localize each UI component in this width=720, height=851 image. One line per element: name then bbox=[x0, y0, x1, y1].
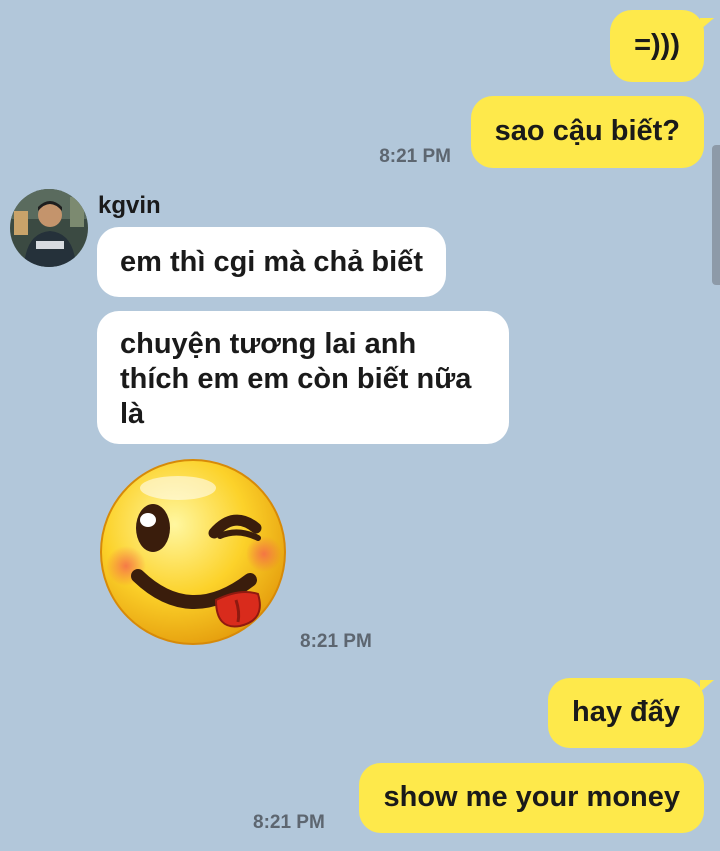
message-text: show me your money bbox=[383, 781, 680, 813]
message-text: sao cậu biết? bbox=[494, 115, 680, 147]
message-timestamp: 8:21 PM bbox=[300, 631, 372, 652]
avatar-photo bbox=[10, 189, 88, 267]
message-text: em thì cgi mà chả biết bbox=[120, 246, 423, 278]
message-bubble-incoming[interactable]: chuyện tương lai anh thích em em còn biế… bbox=[97, 311, 509, 444]
sender-name: kgvin bbox=[98, 192, 161, 219]
message-text: hay đấy bbox=[572, 696, 680, 728]
bubble-tail bbox=[700, 18, 714, 30]
scrollbar-thumb[interactable] bbox=[712, 145, 720, 285]
message-timestamp: 8:21 PM bbox=[253, 812, 325, 833]
message-text: chuyện tương lai anh thích em em còn biế… bbox=[120, 328, 472, 430]
bubble-tail bbox=[700, 680, 714, 692]
message-bubble-outgoing[interactable]: =))) bbox=[610, 10, 704, 82]
message-bubble-outgoing[interactable]: show me your money bbox=[359, 763, 704, 833]
winking-tongue-emoji[interactable] bbox=[98, 458, 290, 648]
message-text: =))) bbox=[634, 29, 680, 61]
message-timestamp: 8:21 PM bbox=[379, 146, 451, 167]
contact-avatar[interactable] bbox=[10, 189, 88, 267]
message-bubble-outgoing[interactable]: hay đấy bbox=[548, 678, 704, 748]
message-bubble-incoming[interactable]: em thì cgi mà chả biết bbox=[97, 227, 446, 297]
winking-face-icon bbox=[100, 459, 286, 645]
message-bubble-outgoing[interactable]: sao cậu biết? bbox=[470, 96, 704, 168]
